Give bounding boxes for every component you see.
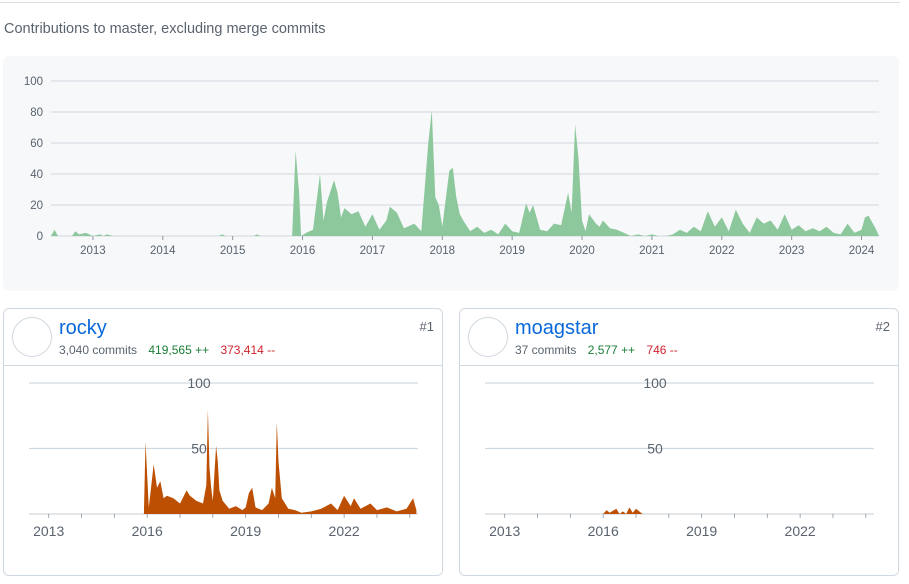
contributor-card-header: moagstar 37 commits 2,577 ++ 746 -- #2	[460, 309, 898, 366]
y-tick-label: 0	[37, 231, 43, 243]
x-tick-label: 2021	[639, 245, 665, 257]
series-area	[51, 110, 879, 236]
x-tick-label: 2022	[709, 245, 735, 257]
contributor-card-rocky: rocky 3,040 commits 419,565 ++ 373,414 -…	[3, 308, 443, 576]
x-tick-label: 2013	[33, 523, 64, 539]
contributor-card-header: rocky 3,040 commits 419,565 ++ 373,414 -…	[4, 309, 442, 366]
commits-count-link[interactable]: 37 commits	[515, 343, 576, 357]
contributor-stats: 3,040 commits 419,565 ++ 373,414 --	[59, 343, 275, 357]
series-area	[485, 507, 873, 514]
x-tick-label: 2016	[588, 523, 619, 539]
contributor-login-link[interactable]: moagstar	[515, 317, 598, 340]
y-tick-label: 100	[643, 375, 667, 391]
x-tick-label: 2014	[150, 245, 176, 257]
x-tick-label: 2013	[489, 523, 520, 539]
contributor-stats: 37 commits 2,577 ++ 746 --	[515, 343, 678, 357]
avatar[interactable]	[12, 317, 52, 357]
x-tick-label: 2019	[686, 523, 717, 539]
top-divider	[0, 2, 900, 3]
contributor-card-moagstar: moagstar 37 commits 2,577 ++ 746 -- #2 5…	[459, 308, 899, 576]
series-area	[29, 409, 417, 514]
x-tick-label: 2019	[230, 523, 261, 539]
y-tick-label: 50	[191, 441, 207, 457]
y-tick-label: 20	[30, 200, 43, 212]
x-tick-label: 2016	[290, 245, 316, 257]
x-tick-label: 2024	[849, 245, 875, 257]
y-tick-label: 40	[30, 169, 43, 181]
y-tick-label: 50	[647, 441, 663, 457]
y-tick-label: 100	[24, 76, 43, 88]
x-tick-label: 2023	[779, 245, 805, 257]
x-tick-label: 2022	[329, 523, 360, 539]
main-chart-panel: 0 20 40 60 80 100 2013 2014 2015 2016 2017 2018 2019…	[3, 56, 899, 291]
x-tick-label: 2013	[80, 245, 106, 257]
avatar[interactable]	[468, 317, 508, 357]
y-tick-label: 80	[30, 107, 43, 119]
main-contributions-chart: 0 20 40 60 80 100 2013 2014 2015 2016 2017 2018 2019…	[24, 76, 879, 257]
contributor-chart-moagstar: 50 100 2013 2016 2019 2022	[485, 375, 874, 539]
x-tick-label: 2022	[785, 523, 816, 539]
additions-count: 419,565 ++	[148, 343, 210, 357]
x-tick-label: 2019	[499, 245, 525, 257]
contributor-rank: #2	[875, 319, 890, 334]
contributor-chart-rocky: 50 100 2013 2016 2019 2022	[29, 375, 418, 539]
contributor-rank: #1	[419, 319, 434, 334]
x-tick-label: 2016	[132, 523, 163, 539]
x-tick-label: 2017	[360, 245, 386, 257]
x-tick-label: 2020	[569, 245, 595, 257]
x-tick-label: 2018	[429, 245, 455, 257]
page-subtitle: Contributions to master, excluding merge…	[4, 21, 326, 37]
commits-count-link[interactable]: 3,040 commits	[59, 343, 137, 357]
contributor-login-link[interactable]: rocky	[59, 317, 107, 340]
deletions-count: 373,414 --	[220, 343, 276, 357]
y-tick-label: 60	[30, 138, 43, 150]
additions-count: 2,577 ++	[587, 343, 636, 357]
x-tick-label: 2015	[220, 245, 246, 257]
y-tick-label: 100	[187, 375, 211, 391]
deletions-count: 746 --	[646, 343, 678, 357]
